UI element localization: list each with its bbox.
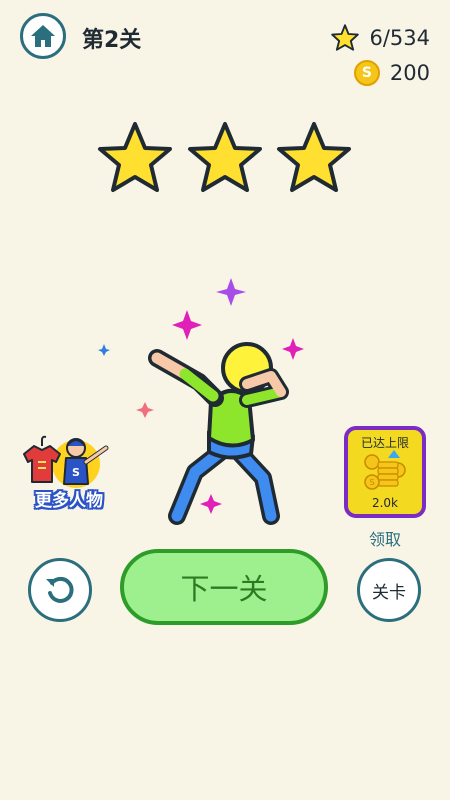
sparkle-icon [282, 338, 304, 360]
sparkle-icon [216, 278, 246, 306]
home-icon [31, 25, 55, 47]
next-level-button[interactable]: 下一关 [120, 549, 328, 625]
level-title: 第2关 [82, 28, 142, 53]
result-star-2 [188, 122, 262, 192]
stars-count-value: 6/534 [369, 25, 430, 50]
sparkle-icon [200, 494, 222, 514]
home-button[interactable] [20, 13, 66, 59]
result-star-1 [98, 122, 172, 192]
coin-reward-card[interactable]: 已达上限 S 2.0k [344, 426, 426, 518]
more-characters-button[interactable]: S 更多人物 [18, 428, 120, 520]
coin-stack-icon: S [364, 450, 406, 490]
restart-button[interactable] [28, 558, 92, 622]
stars-counter: 6/534 [331, 24, 430, 51]
result-stars [98, 122, 351, 192]
sparkle-icon [172, 310, 202, 340]
restart-icon [46, 576, 74, 603]
sparkle-icon [136, 402, 154, 418]
coins-count-value: 200 [389, 61, 430, 85]
star-icon [331, 24, 360, 51]
result-star-3 [277, 122, 351, 192]
coin-icon: S [353, 60, 380, 86]
dancing-character [98, 278, 304, 525]
levels-button[interactable]: 关卡 [357, 558, 421, 622]
sparkle-icon [98, 344, 110, 356]
coins-counter: S 200 [353, 60, 430, 86]
reward-amount: 2.0k [371, 496, 399, 510]
claim-reward-link[interactable]: 领取 [344, 526, 426, 550]
more-characters-label: 更多人物 [35, 491, 103, 511]
svg-text:S: S [72, 466, 80, 479]
svg-text:S: S [369, 478, 374, 487]
